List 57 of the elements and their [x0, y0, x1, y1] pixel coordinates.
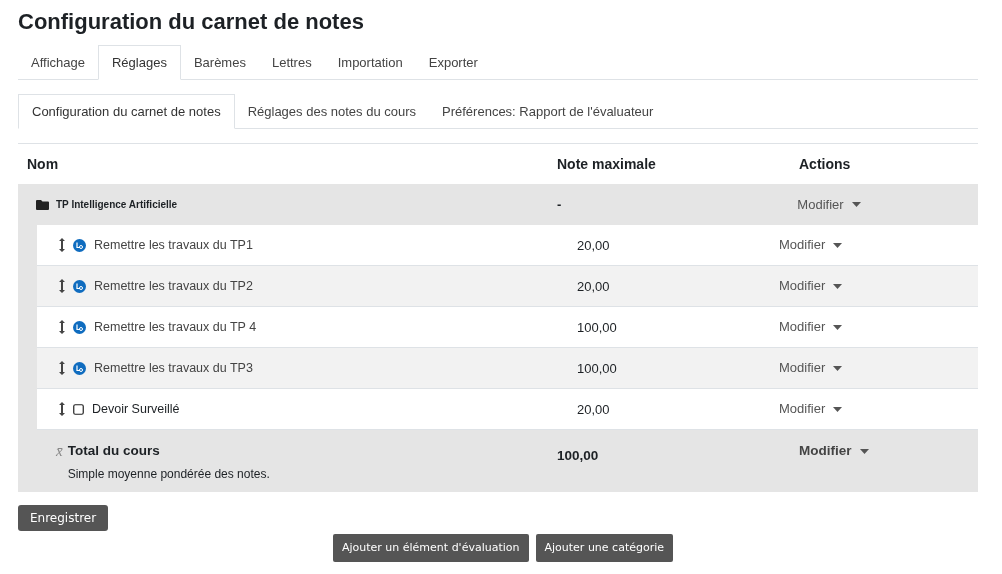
- column-header: Actions: [799, 155, 851, 172]
- max-grade: 20,00: [577, 402, 610, 417]
- tab[interactable]: Affichage: [18, 45, 98, 80]
- tab[interactable]: Configuration du carnet de notes: [18, 94, 235, 129]
- caret-icon: [851, 202, 861, 207]
- assignment-icon: [73, 320, 86, 334]
- edit-menu[interactable]: Modifier: [779, 358, 843, 378]
- total-description: Simple moyenne pondérée des notes.: [67, 466, 270, 483]
- assignment-icon: [73, 279, 86, 293]
- grade-item-link[interactable]: Remettre les travaux du TP3: [94, 358, 253, 378]
- max-grade: 100,00: [577, 361, 617, 376]
- save-button[interactable]: Enregistrer: [18, 505, 109, 531]
- column-header: Note maximale: [557, 155, 656, 172]
- folder-icon: [36, 199, 49, 210]
- add-button[interactable]: Ajouter une catégorie: [535, 534, 674, 562]
- edit-menu[interactable]: Modifier: [779, 399, 843, 419]
- checkbox-icon: [73, 403, 84, 415]
- grade-item-link[interactable]: Remettre les travaux du TP1: [94, 235, 253, 255]
- move-icon[interactable]: [59, 361, 65, 375]
- tab[interactable]: Réglages des notes du cours: [234, 94, 430, 129]
- caret-icon: [833, 324, 843, 330]
- move-icon[interactable]: [59, 320, 65, 334]
- grade-item-link[interactable]: Remettre les travaux du TP2: [94, 276, 253, 296]
- page-title: Configuration du carnet de notes: [18, 8, 364, 36]
- caret-icon: [833, 406, 843, 412]
- edit-menu[interactable]: Modifier: [779, 235, 843, 255]
- move-icon[interactable]: [59, 238, 65, 252]
- tab[interactable]: Importation: [324, 45, 416, 80]
- max-grade: -: [557, 195, 562, 214]
- max-grade: 100,00: [577, 320, 617, 335]
- add-button[interactable]: Ajouter un élément d'évaluation: [332, 534, 529, 562]
- tab[interactable]: Réglages: [97, 45, 181, 80]
- column-header: Nom: [27, 155, 59, 172]
- caret-icon: [833, 283, 843, 289]
- caret-icon: [859, 448, 869, 454]
- caret-icon: [833, 242, 843, 248]
- grade-item-link[interactable]: Devoir Surveillé: [92, 399, 180, 419]
- edit-menu[interactable]: Modifier: [797, 194, 861, 215]
- edit-menu[interactable]: Modifier: [779, 276, 843, 296]
- move-icon[interactable]: [59, 402, 65, 416]
- max-grade: 20,00: [577, 238, 610, 253]
- assignment-icon: [73, 361, 86, 375]
- tab[interactable]: Lettres: [258, 45, 325, 80]
- category-name: TP Intelligence Artificielle: [56, 198, 178, 212]
- assignment-icon: [73, 238, 86, 252]
- edit-menu[interactable]: Modifier: [779, 317, 843, 337]
- max-grade: 100,00: [557, 448, 599, 463]
- tab[interactable]: Exporter: [415, 45, 491, 80]
- move-icon[interactable]: [59, 279, 65, 293]
- tab[interactable]: Préférences: Rapport de l'évaluateur: [429, 94, 667, 129]
- total-name: Total du cours: [67, 443, 161, 459]
- tab[interactable]: Barèmes: [180, 45, 259, 80]
- max-grade: 20,00: [577, 279, 610, 294]
- caret-icon: [833, 365, 843, 371]
- edit-menu[interactable]: Modifier: [799, 443, 869, 459]
- mean-icon: x̄: [56, 443, 63, 492]
- grade-item-link[interactable]: Remettre les travaux du TP 4: [94, 317, 257, 337]
